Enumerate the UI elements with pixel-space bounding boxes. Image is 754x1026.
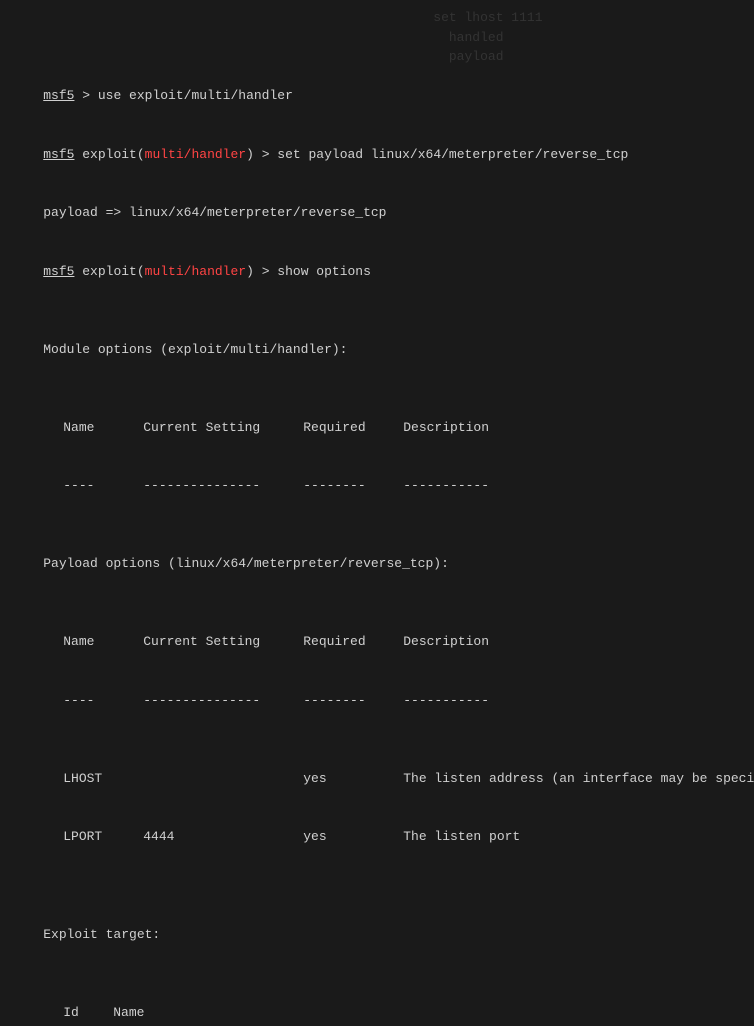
table-row-lport: LPORT4444yesThe listen port <box>32 808 742 867</box>
line-blurred-1: set lhost 1111 <box>12 8 742 28</box>
output-payload: payload => linux/x64/meterpreter/reverse… <box>12 184 742 243</box>
target-table-header: IdName <box>32 983 742 1026</box>
module-table-header: NameCurrent SettingRequiredDescription <box>32 398 742 457</box>
payload-table-header: NameCurrent SettingRequiredDescription <box>32 613 742 672</box>
blank-5 <box>12 730 742 750</box>
blank-3 <box>12 515 742 535</box>
blank-4 <box>12 593 742 613</box>
cmd-use-handler: msf5 > use exploit/multi/handler <box>12 67 742 126</box>
blank-6 <box>12 866 742 886</box>
terminal: set lhost 1111 handled payload msf5 > us… <box>12 8 742 505</box>
table-row-lhost: LHOSTyesThe listen address (an interface… <box>32 749 742 808</box>
prompt-msf5-2: msf5 <box>43 147 74 162</box>
cmd-set-payload: msf5 exploit(multi/handler) > set payloa… <box>12 125 742 184</box>
prompt-msf5-1: msf5 <box>43 88 74 103</box>
exploit-target-header: Exploit target: <box>12 905 742 964</box>
cmd-show-options: msf5 exploit(multi/handler) > show optio… <box>12 242 742 301</box>
payload-table-divider: -------------------------------------- <box>32 671 742 730</box>
line-blurred-2: handled <box>12 28 742 48</box>
payload-options-header: Payload options (linux/x64/meterpreter/r… <box>12 535 742 594</box>
blank-2 <box>12 379 742 399</box>
module-options-header: Module options (exploit/multi/handler): <box>12 320 742 379</box>
handler-red-3: multi/handler <box>145 264 246 279</box>
cmd-text-1: > use exploit/multi/handler <box>74 88 292 103</box>
blank-8 <box>12 964 742 984</box>
blank-7 <box>12 886 742 906</box>
line-blurred-3: payload <box>12 47 742 67</box>
blank-1 <box>12 301 742 321</box>
prompt-msf5-3: msf5 <box>43 264 74 279</box>
module-table-divider: -------------------------------------- <box>32 457 742 516</box>
handler-red-2: multi/handler <box>145 147 246 162</box>
handler-label-2: exploit( <box>74 147 144 162</box>
